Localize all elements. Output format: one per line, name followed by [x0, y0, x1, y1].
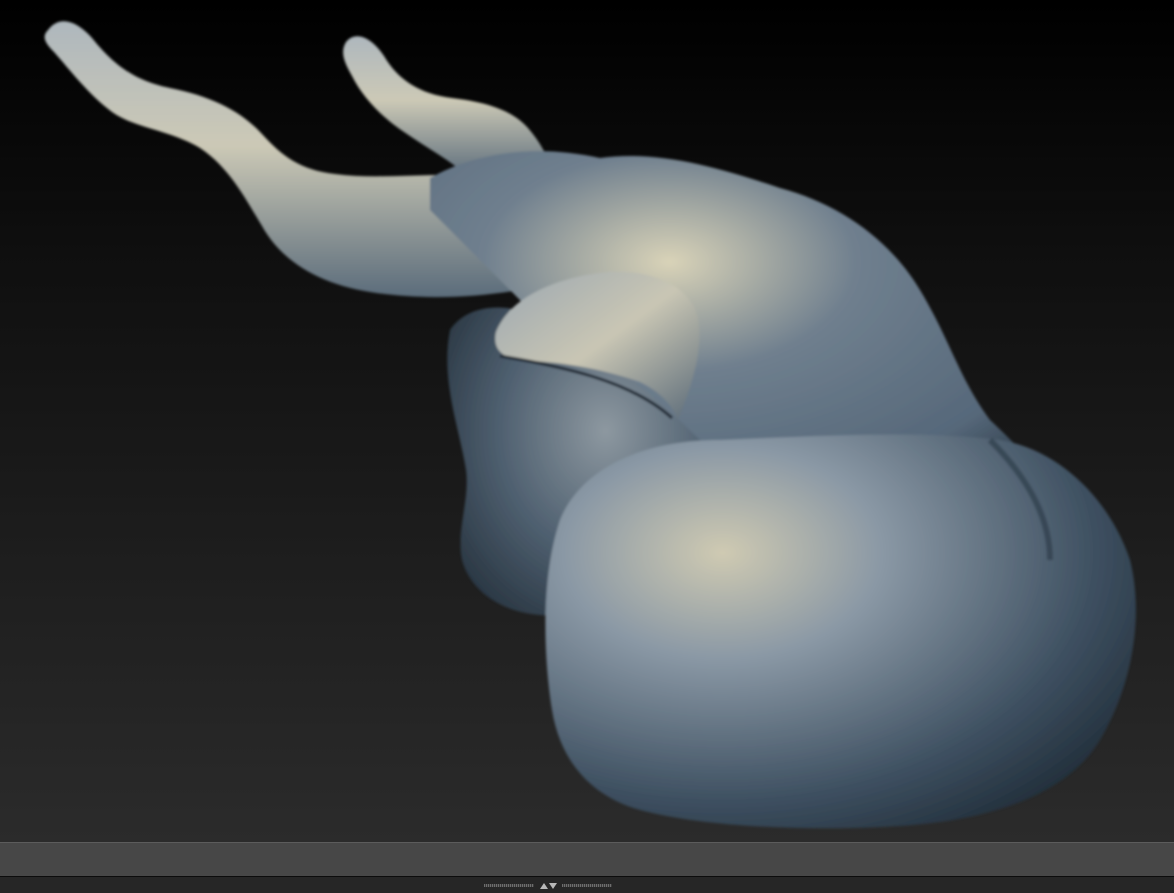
bottom-shelf — [0, 842, 1174, 876]
grip-right — [562, 884, 612, 887]
tray-arrows[interactable] — [538, 881, 558, 890]
3d-viewport[interactable] — [0, 0, 1174, 842]
expand-up-icon[interactable] — [540, 883, 548, 889]
viewport-canvas[interactable] — [0, 0, 1174, 842]
collapse-down-icon[interactable] — [549, 883, 557, 889]
grip-left — [484, 884, 534, 887]
tray-toggle-handle[interactable] — [484, 880, 612, 891]
creature-belly — [545, 434, 1136, 829]
